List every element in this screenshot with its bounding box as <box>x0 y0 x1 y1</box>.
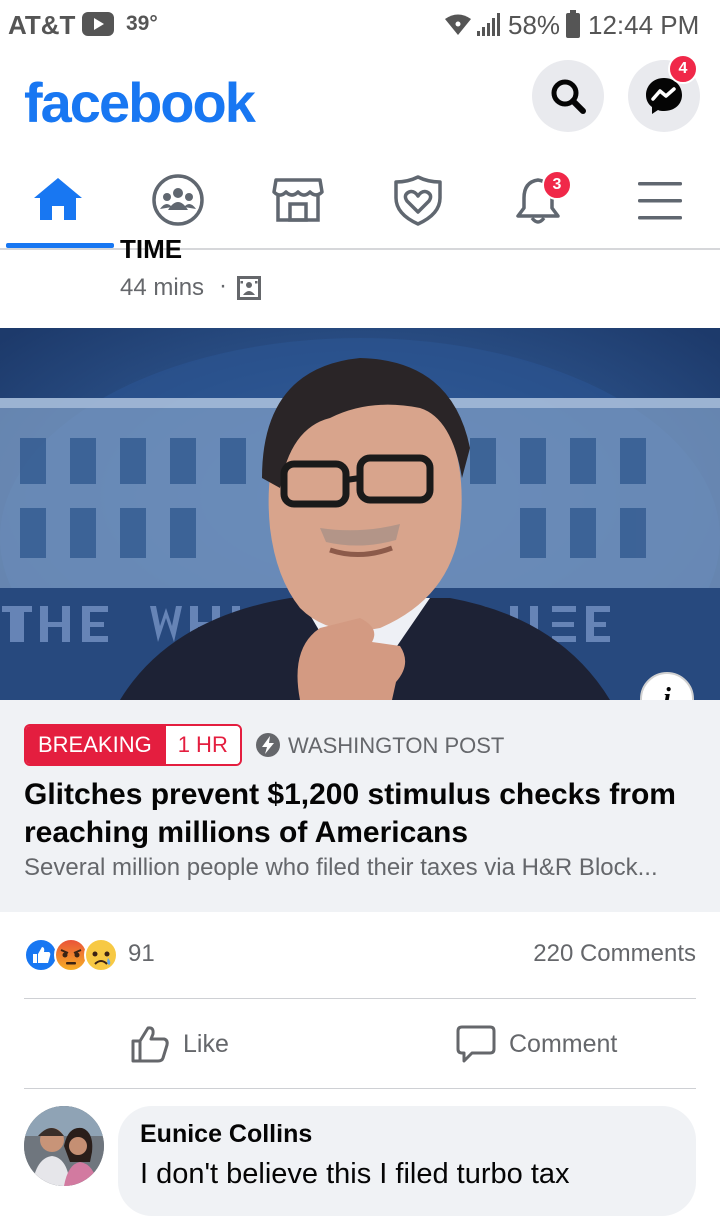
comment-bubble[interactable]: Eunice Collins I don't believe this I fi… <box>118 1106 696 1216</box>
top-comment: Eunice Collins I don't believe this I fi… <box>0 1090 720 1216</box>
actions-divider <box>24 1088 696 1089</box>
tab-groups[interactable] <box>120 152 240 250</box>
link-preview-body[interactable]: BREAKING 1 HR WASHINGTON POST Glitches p… <box>0 700 720 912</box>
like-button[interactable]: Like <box>0 1000 360 1090</box>
top-bar: facebook 4 <box>0 52 720 152</box>
comment-button[interactable]: Comment <box>360 1000 720 1090</box>
comment-count[interactable]: 220 Comments <box>533 940 696 968</box>
post-author[interactable]: TIME <box>120 238 320 258</box>
shield-heart-icon <box>394 175 442 226</box>
comment-author[interactable]: Eunice Collins <box>140 1120 312 1149</box>
messenger-badge: 4 <box>668 54 698 84</box>
comment-text: I don't believe this I filed turbo tax <box>140 1158 570 1190</box>
link-headline[interactable]: Glitches prevent $1,200 stimulus checks … <box>24 776 704 852</box>
facebook-logo[interactable]: facebook <box>24 70 256 135</box>
carrier-label: AT&T <box>8 10 76 40</box>
avatar-photo <box>24 1106 104 1186</box>
commenter-avatar[interactable] <box>24 1106 104 1186</box>
tab-notifications[interactable]: 3 <box>480 152 600 250</box>
clock: 12:44 PM <box>588 10 700 40</box>
breaking-age: 1 HR <box>165 726 240 764</box>
post-actions: Like Comment <box>0 1000 720 1090</box>
link-source: WASHINGTON POST <box>288 733 505 758</box>
active-tab-indicator <box>6 243 114 248</box>
battery-icon <box>566 10 580 38</box>
tab-health[interactable] <box>360 152 480 250</box>
thumbs-up-icon <box>131 1026 169 1063</box>
post-stats: 91 220 Comments <box>0 912 720 1000</box>
messenger-button[interactable]: 4 <box>628 54 700 132</box>
post-time[interactable]: 44 mins <box>120 274 204 302</box>
sad-reaction-icon <box>84 938 118 972</box>
breaking-text: BREAKING <box>26 726 166 764</box>
tab-menu[interactable] <box>600 152 720 250</box>
bolt-icon <box>256 733 280 757</box>
reaction-count[interactable]: 91 <box>128 940 155 968</box>
post-author-clip: TIME <box>120 238 320 258</box>
comment-label: Comment <box>509 1030 618 1058</box>
marketplace-icon <box>272 178 324 222</box>
breaking-label: BREAKING 1 HR <box>24 724 242 766</box>
tab-marketplace[interactable] <box>240 152 360 250</box>
youtube-icon <box>82 12 114 36</box>
home-icon <box>34 178 82 220</box>
search-button[interactable] <box>532 60 604 132</box>
battery-percent: 58% <box>508 10 561 40</box>
audience-icon[interactable] <box>237 276 261 300</box>
wifi-icon <box>445 14 471 35</box>
temperature-label: 39° <box>126 12 158 35</box>
news-photo <box>0 328 720 700</box>
link-snippet: Several million people who filed their t… <box>24 854 658 881</box>
like-reaction-icon <box>24 938 58 972</box>
notifications-badge: 3 <box>542 170 572 200</box>
stats-divider <box>24 998 696 999</box>
nav-tabs: 3 <box>0 152 720 250</box>
angry-reaction-icon <box>54 938 88 972</box>
link-preview-image[interactable]: i <box>0 328 720 700</box>
groups-icon <box>152 174 204 226</box>
comment-bubble-icon <box>456 1025 496 1063</box>
status-bar: AT&T 39° 58% 12:44 PM <box>0 0 720 52</box>
like-label: Like <box>183 1030 229 1058</box>
reaction-icons[interactable] <box>24 938 124 972</box>
tab-home[interactable] <box>0 152 120 250</box>
signal-icon <box>477 13 500 36</box>
info-icon: i <box>663 683 671 700</box>
post-time-dot: · <box>219 272 227 299</box>
post-header: TIME 44 mins · <box>0 238 720 328</box>
search-icon <box>551 79 586 114</box>
hamburger-menu-icon <box>638 182 682 220</box>
